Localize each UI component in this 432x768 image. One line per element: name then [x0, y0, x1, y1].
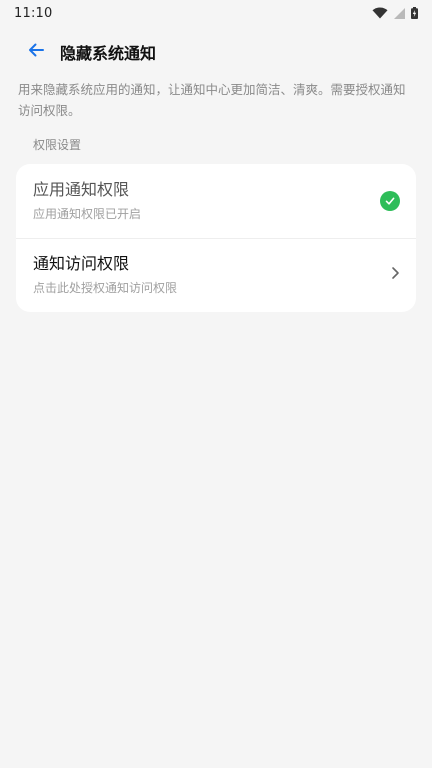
status-bar: 11:10	[0, 0, 432, 26]
wifi-icon	[372, 7, 388, 19]
page-title: 隐藏系统通知	[60, 44, 157, 63]
arrow-left-icon	[27, 41, 45, 63]
battery-charging-icon	[411, 7, 418, 19]
app-bar: 隐藏系统通知	[0, 30, 432, 74]
page-description: 用来隐藏系统应用的通知，让通知中心更加简洁、清爽。需要授权通知访问权限。	[18, 82, 406, 118]
permissions-card: 应用通知权限 应用通知权限已开启 通知访问权限 点击此处授权通知访问权限	[16, 164, 416, 312]
status-icons	[372, 7, 418, 19]
row-subtitle: 点击此处授权通知访问权限	[33, 281, 178, 295]
check-circle-icon	[380, 191, 400, 211]
screen: 11:10 隐藏系统通知 用来隐藏系统应用的通知，让通知中心更加简洁、清爽。需要…	[0, 0, 432, 768]
notification-access-permission-row[interactable]: 通知访问权限 点击此处授权通知访问权限	[16, 238, 416, 312]
section-header: 权限设置	[33, 138, 82, 152]
row-subtitle: 应用通知权限已开启	[33, 207, 142, 221]
app-notification-permission-row[interactable]: 应用通知权限 应用通知权限已开启	[16, 164, 416, 238]
row-title: 应用通知权限	[33, 180, 130, 199]
chevron-right-icon	[390, 265, 400, 285]
row-title: 通知访问权限	[33, 254, 130, 273]
signal-icon	[394, 7, 405, 19]
status-time: 11:10	[14, 5, 53, 21]
back-button[interactable]	[14, 30, 58, 74]
